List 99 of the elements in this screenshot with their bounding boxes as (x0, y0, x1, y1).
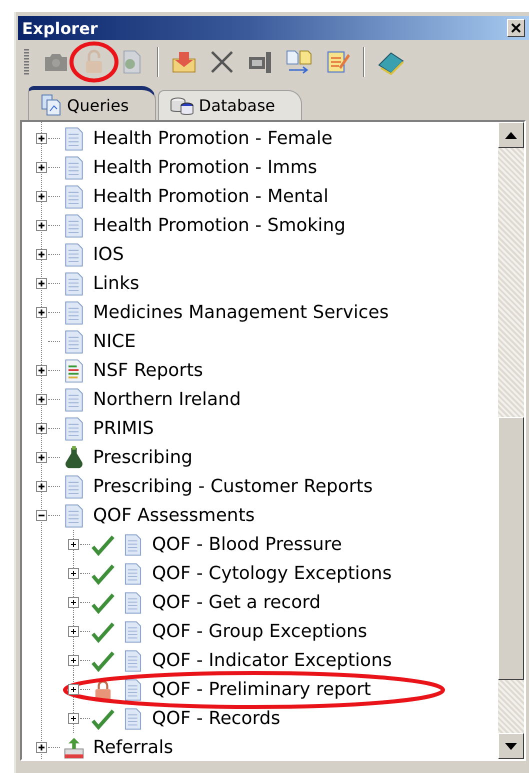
tree-item-label: Health Promotion - Smoking (93, 215, 346, 236)
document-icon (63, 416, 85, 440)
copy-icon (285, 49, 313, 75)
close-button[interactable] (507, 19, 525, 37)
report-icon (63, 358, 85, 382)
expand-toggle[interactable] (36, 510, 47, 521)
document-icon (122, 534, 144, 556)
expand-toggle[interactable] (68, 684, 79, 695)
tree-item[interactable]: Northern Ireland (22, 385, 498, 414)
tree-item[interactable]: PRIMIS (22, 414, 498, 443)
scroll-thumb[interactable] (498, 417, 524, 680)
tree-item-label: Referrals (93, 737, 174, 758)
window-title: Explorer (22, 18, 98, 38)
tree-item-label: NICE (93, 331, 136, 352)
document-icon (63, 272, 85, 296)
expand-toggle[interactable] (36, 278, 47, 289)
tree-item-label: Prescribing - Customer Reports (93, 476, 373, 497)
tree-item-label: QOF - Records (152, 708, 280, 729)
document-icon (63, 300, 85, 324)
down-arrow-icon (505, 742, 517, 750)
tree-item-label: QOF - Preliminary report (152, 679, 371, 700)
tree-item-label: QOF - Cytology Exceptions (152, 563, 392, 584)
expand-toggle[interactable] (36, 423, 47, 434)
tree-item-label: QOF - Group Exceptions (152, 621, 368, 642)
tree-item[interactable]: Prescribing - Customer Reports (22, 472, 498, 501)
up-arrow-icon (505, 132, 517, 138)
document-icon (63, 330, 85, 354)
expand-toggle[interactable] (36, 307, 47, 318)
document-icon (122, 620, 144, 642)
expand-toggle[interactable] (68, 568, 79, 579)
tree-item[interactable]: IOS (22, 240, 498, 269)
tree-item[interactable]: Health Promotion - Mental (22, 182, 498, 211)
tree-item[interactable]: Medicines Management Services (22, 298, 498, 327)
flask-icon (63, 446, 85, 470)
tree-item[interactable]: Health Promotion - Female (22, 124, 498, 153)
document-icon (63, 242, 85, 266)
tree-item-label: Prescribing (93, 447, 193, 468)
expand-toggle[interactable] (36, 481, 47, 492)
expand-toggle[interactable] (68, 597, 79, 608)
document-icon (63, 156, 85, 180)
tree-item-label: QOF - Indicator Exceptions (152, 650, 392, 671)
tree-item-label: Health Promotion - Imms (93, 157, 318, 178)
document-icon (63, 214, 85, 238)
tree-item-label: IOS (93, 244, 124, 265)
tab[interactable]: Queries (28, 86, 156, 120)
document-icon (122, 650, 144, 672)
document-icon (122, 562, 144, 584)
expand-toggle[interactable] (68, 655, 79, 666)
expand-toggle[interactable] (36, 249, 47, 260)
expand-toggle[interactable] (36, 162, 47, 173)
edit-icon (325, 49, 351, 75)
tree-item-label: Links (93, 273, 140, 294)
expand-toggle[interactable] (36, 452, 47, 463)
grip-icon (24, 49, 29, 75)
tree-item[interactable]: NSF Reports (22, 356, 498, 385)
tree-item[interactable]: Referrals (22, 733, 498, 762)
tree-item[interactable]: QOF Assessments (22, 501, 498, 530)
expand-toggle[interactable] (36, 191, 47, 202)
tree-item-label: PRIMIS (93, 418, 154, 439)
expand-toggle[interactable] (36, 742, 47, 753)
scrollbar[interactable] (498, 122, 524, 759)
tree-item[interactable]: Prescribing (22, 443, 498, 472)
tree-item-label: QOF - Get a record (152, 592, 321, 613)
tree-item-label: Health Promotion - Female (93, 128, 332, 149)
tree-item[interactable]: Health Promotion - Smoking (22, 211, 498, 240)
tree-item[interactable]: Health Promotion - Imms (22, 153, 498, 182)
document-icon (122, 592, 144, 614)
expand-toggle[interactable] (68, 626, 79, 637)
expand-toggle[interactable] (68, 713, 79, 724)
padlock-icon (83, 49, 105, 75)
tree-item-label: Health Promotion - Mental (93, 186, 328, 207)
tree-item[interactable]: NICE (22, 327, 498, 356)
delete-icon (209, 49, 235, 75)
tree-item[interactable]: Links (22, 269, 498, 298)
tree-item-label: Medicines Management Services (93, 302, 389, 323)
document-icon (63, 504, 85, 528)
tree-item-label: QOF - Blood Pressure (152, 534, 342, 555)
expand-toggle[interactable] (36, 365, 47, 376)
expand-toggle[interactable] (36, 133, 47, 144)
document-icon (63, 474, 85, 498)
scroll-up-button[interactable] (498, 122, 524, 148)
document-icon (63, 184, 85, 208)
tree-item-label: NSF Reports (93, 360, 204, 381)
document-icon (121, 49, 143, 75)
expand-toggle[interactable] (36, 220, 47, 231)
database-icon (168, 94, 195, 116)
tree-item-label: Northern Ireland (93, 389, 241, 410)
tree-item-label: QOF Assessments (93, 505, 255, 526)
scroll-down-button[interactable] (498, 733, 524, 759)
expand-toggle[interactable] (36, 394, 47, 405)
document-icon (63, 126, 85, 150)
document-icon (122, 708, 144, 730)
expand-toggle[interactable] (68, 539, 79, 550)
document-icon (39, 93, 63, 117)
close-icon (510, 22, 522, 34)
document-icon (63, 388, 85, 412)
document-icon (122, 678, 144, 700)
device-icon (247, 49, 273, 75)
tab[interactable]: Database (158, 90, 302, 120)
